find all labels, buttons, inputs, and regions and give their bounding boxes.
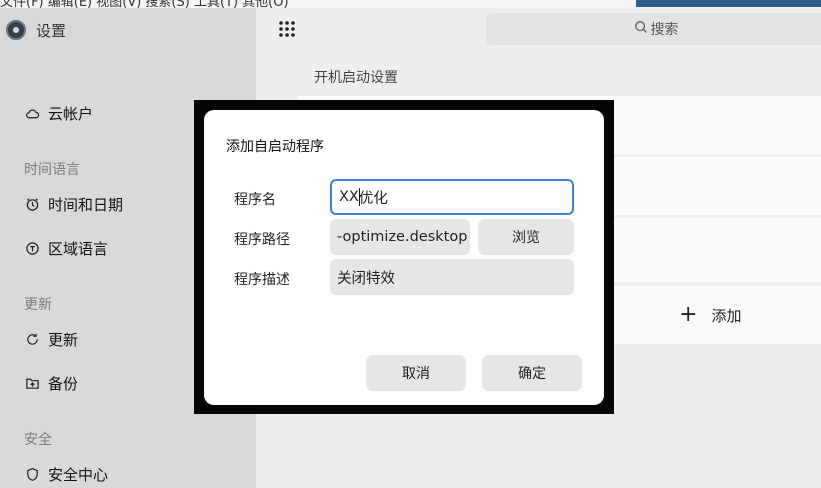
program-desc-value: 关闭特效: [337, 270, 395, 287]
sidebar-item-label: 更新: [48, 331, 79, 349]
refresh-icon: [24, 332, 40, 348]
sidebar-item-security-center[interactable]: 安全中心: [24, 464, 108, 485]
sidebar-item-label: 时间和日期: [48, 196, 124, 214]
cloud-icon: [24, 106, 40, 122]
program-path-input[interactable]: -optimize.desktop: [330, 219, 470, 255]
settings-app-icon: [6, 20, 26, 40]
program-path-label: 程序路径: [234, 232, 290, 248]
browse-button[interactable]: 浏览: [478, 219, 574, 255]
sidebar-item-backup[interactable]: 备份: [24, 373, 78, 394]
sidebar-item-region-language[interactable]: 区域语言: [24, 238, 108, 259]
program-name-value-a: XX: [339, 189, 359, 205]
clock-icon: [24, 197, 40, 213]
backup-icon: [24, 376, 40, 392]
add-startup-button[interactable]: + 添加: [679, 304, 741, 326]
sidebar-item-label: 区域语言: [48, 240, 109, 258]
program-path-value: -optimize.desktop: [337, 229, 468, 245]
menubar-text: 文件(F) 编辑(E) 视图(V) 搜索(S) 工具(T) 其他(O): [0, 0, 289, 8]
group-label-security: 安全: [24, 432, 52, 448]
search-placeholder: 搜索: [650, 22, 679, 38]
ok-button[interactable]: 确定: [482, 355, 582, 391]
sidebar-item-cloud-account[interactable]: 云帐户: [24, 103, 93, 124]
sidebar-item-label: 云帐户: [48, 105, 94, 123]
program-name-label: 程序名: [234, 192, 276, 208]
app-grid-icon[interactable]: [278, 20, 296, 38]
plus-icon: +: [679, 302, 698, 327]
menubar-accent: [636, 0, 821, 7]
program-desc-label: 程序描述: [234, 272, 290, 288]
program-name-input[interactable]: XX 优化: [330, 179, 574, 215]
sidebar-item-date-time[interactable]: 时间和日期: [24, 194, 123, 215]
dialog-title: 添加自启动程序: [226, 139, 324, 155]
group-label-update: 更新: [24, 297, 52, 313]
shield-icon: [24, 467, 40, 483]
sidebar-item-label: 备份: [48, 375, 79, 393]
add-label: 添加: [711, 306, 742, 325]
add-startup-dialog: 添加自启动程序 程序名 XX 优化 程序路径 -optimize.desktop …: [204, 110, 604, 405]
sidebar-item-update[interactable]: 更新: [24, 329, 78, 350]
cancel-button[interactable]: 取消: [366, 355, 466, 391]
menubar: 文件(F) 编辑(E) 视图(V) 搜索(S) 工具(T) 其他(O): [0, 0, 821, 8]
search-icon: [634, 20, 648, 38]
app-title: 设置: [36, 22, 67, 40]
search-input[interactable]: 搜索: [486, 13, 821, 45]
section-title: 开机启动设置: [314, 70, 398, 86]
program-name-value-b: 优化: [358, 190, 388, 207]
group-label-time-language: 时间语言: [24, 162, 80, 178]
language-icon: [24, 241, 40, 257]
program-desc-input[interactable]: 关闭特效: [330, 259, 574, 295]
sidebar-item-label: 安全中心: [48, 466, 109, 484]
